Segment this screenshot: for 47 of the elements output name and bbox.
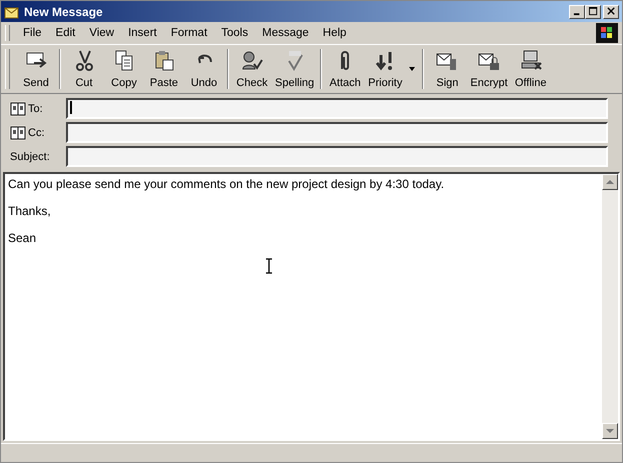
input-field[interactable]: [66, 122, 608, 143]
menu-item[interactable]: File: [16, 25, 49, 41]
menu-item[interactable]: Format: [164, 25, 214, 41]
field-label: Cc:: [28, 126, 44, 138]
menu-item[interactable]: Tools: [214, 25, 256, 41]
body-text: Can you please send me your comments on the new project design by 4:30 today.: [8, 177, 446, 192]
scroll-up-button[interactable]: [602, 174, 618, 190]
field-label: To:: [28, 102, 43, 114]
menu-item[interactable]: View: [82, 25, 122, 41]
address-book-icon[interactable]: [10, 126, 26, 140]
menu-item[interactable]: Help: [316, 25, 354, 41]
maximize-icon: [588, 7, 598, 16]
toolbar-button[interactable]: Priority: [365, 47, 406, 91]
body-text: Sean: [8, 231, 38, 246]
scrollbar[interactable]: [602, 174, 618, 439]
menu-item[interactable]: Message: [255, 25, 316, 41]
address-book-icon[interactable]: [10, 102, 26, 116]
window-title: New Message: [24, 4, 104, 18]
body-text: Thanks,: [8, 204, 52, 219]
toolbar-button[interactable]: Paste: [144, 47, 184, 91]
toolbar-button[interactable]: Spelling: [272, 47, 318, 91]
toolbar-button[interactable]: Attach: [325, 47, 366, 91]
toolbar-button[interactable]: Send: [16, 47, 56, 91]
toolbar-button[interactable]: Offline: [510, 47, 551, 91]
toolbar-button[interactable]: Encrypt: [467, 47, 511, 91]
down-arrow-icon: [606, 429, 614, 433]
field-label: Subject:: [10, 150, 50, 162]
windows-flag-icon: [596, 23, 618, 43]
toolbar-button[interactable]: Copy: [104, 47, 144, 91]
maximize-button[interactable]: [585, 4, 601, 18]
text-cursor-icon: [265, 258, 273, 274]
menu-item[interactable]: Insert: [121, 25, 164, 41]
close-icon: [606, 7, 616, 16]
menu-item[interactable]: Edit: [48, 25, 82, 41]
up-arrow-icon: [606, 180, 614, 184]
scroll-down-button[interactable]: [602, 423, 618, 439]
toolbar-button[interactable]: Check: [232, 47, 272, 91]
computer-icon: [518, 49, 543, 71]
input-field[interactable]: [66, 146, 608, 167]
toolbar-button[interactable]: Cut: [64, 47, 104, 91]
caret-icon: [409, 67, 416, 71]
close-button[interactable]: [603, 4, 619, 18]
toolbar-button[interactable]: Sign: [427, 47, 468, 91]
toolbar-button[interactable]: Undo: [184, 47, 224, 91]
input-field[interactable]: [66, 98, 608, 119]
person-check-icon: [240, 49, 264, 71]
minimize-button[interactable]: [569, 4, 585, 18]
